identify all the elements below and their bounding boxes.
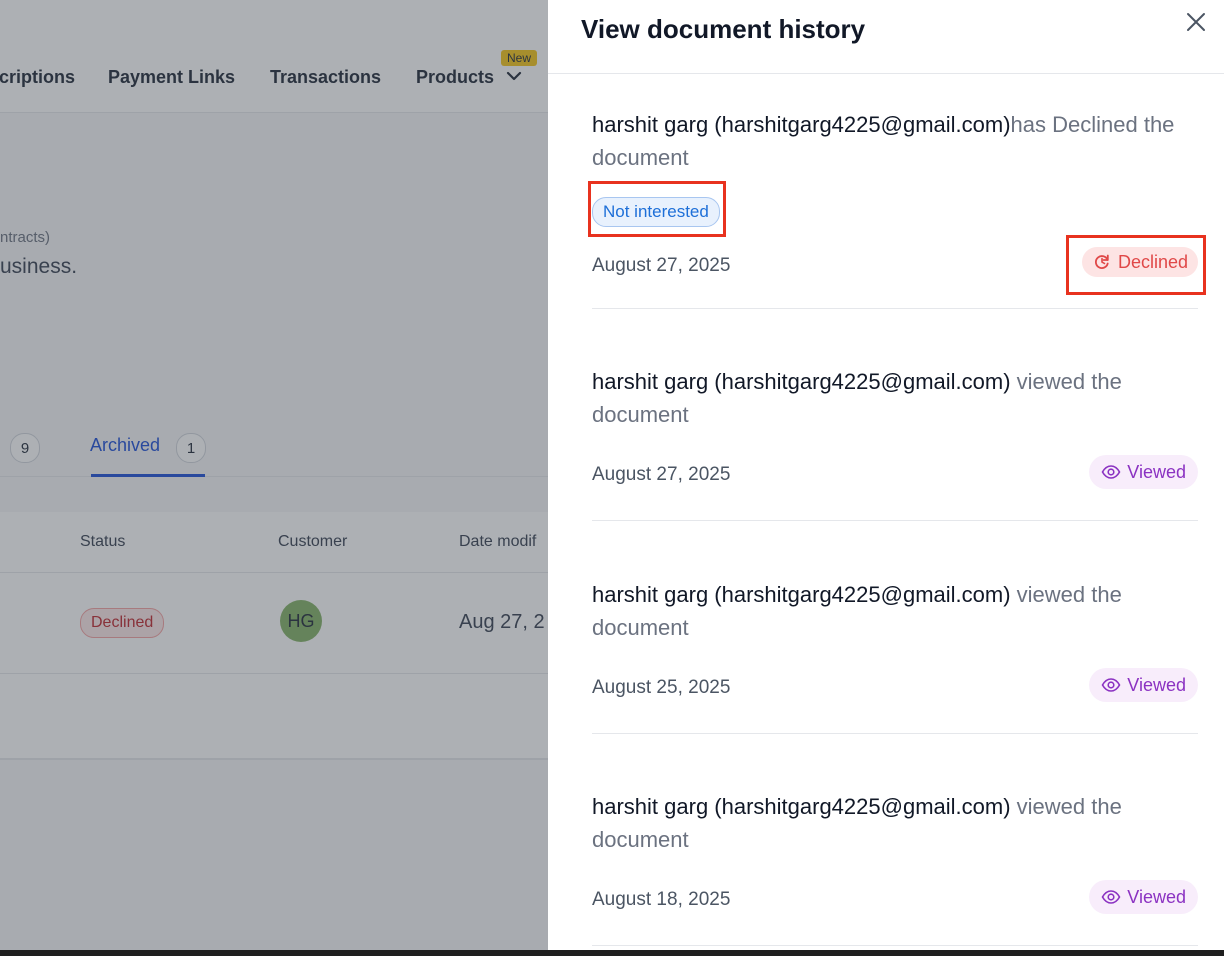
window-bottom-edge [0, 950, 1224, 956]
history-actor: harshit garg (harshitgarg4225@gmail.com) [592, 369, 1011, 394]
history-entry-text: harshit garg (harshitgarg4225@gmail.com)… [592, 365, 1198, 431]
viewed-status-badge: Viewed [1089, 668, 1198, 702]
drawer-header: View document history [548, 0, 1224, 74]
history-actor: harshit garg (harshitgarg4225@gmail.com) [592, 794, 1011, 819]
modal-overlay[interactable] [0, 0, 548, 956]
history-actor: harshit garg (harshitgarg4225@gmail.com) [592, 582, 1011, 607]
viewed-badge-label: Viewed [1127, 674, 1186, 695]
history-date: August 25, 2025 [592, 677, 731, 698]
declined-refresh-icon [1094, 254, 1109, 269]
history-entry: harshit garg (harshitgarg4225@gmail.com)… [588, 108, 1206, 309]
declined-status-badge: Declined [1081, 247, 1198, 277]
document-history-drawer: View document history harshit garg (hars… [548, 0, 1224, 956]
eye-icon [1101, 678, 1121, 692]
close-icon[interactable] [1184, 10, 1208, 34]
history-date: August 27, 2025 [592, 255, 731, 276]
eye-icon [1101, 465, 1121, 479]
history-date: August 27, 2025 [592, 464, 731, 485]
history-actor: harshit garg (harshitgarg4225@gmail.com) [592, 112, 1011, 137]
history-entry: harshit garg (harshitgarg4225@gmail.com)… [592, 578, 1198, 734]
history-entry-text: harshit garg (harshitgarg4225@gmail.com)… [592, 790, 1198, 856]
viewed-badge-label: Viewed [1127, 886, 1186, 907]
declined-badge-label: Declined [1117, 251, 1188, 272]
viewed-badge-label: Viewed [1127, 461, 1186, 482]
history-date: August 18, 2025 [592, 889, 731, 910]
drawer-title: View document history [581, 14, 866, 44]
history-entry: harshit garg (harshitgarg4225@gmail.com)… [592, 365, 1198, 521]
viewed-status-badge: Viewed [1089, 455, 1198, 489]
highlight-box [588, 181, 726, 237]
viewed-status-badge: Viewed [1089, 880, 1198, 914]
history-entry: harshit garg (harshitgarg4225@gmail.com)… [592, 790, 1198, 946]
history-entry-text: harshit garg (harshitgarg4225@gmail.com)… [592, 108, 1198, 174]
history-entry-text: harshit garg (harshitgarg4225@gmail.com)… [592, 578, 1198, 644]
eye-icon [1101, 890, 1121, 904]
